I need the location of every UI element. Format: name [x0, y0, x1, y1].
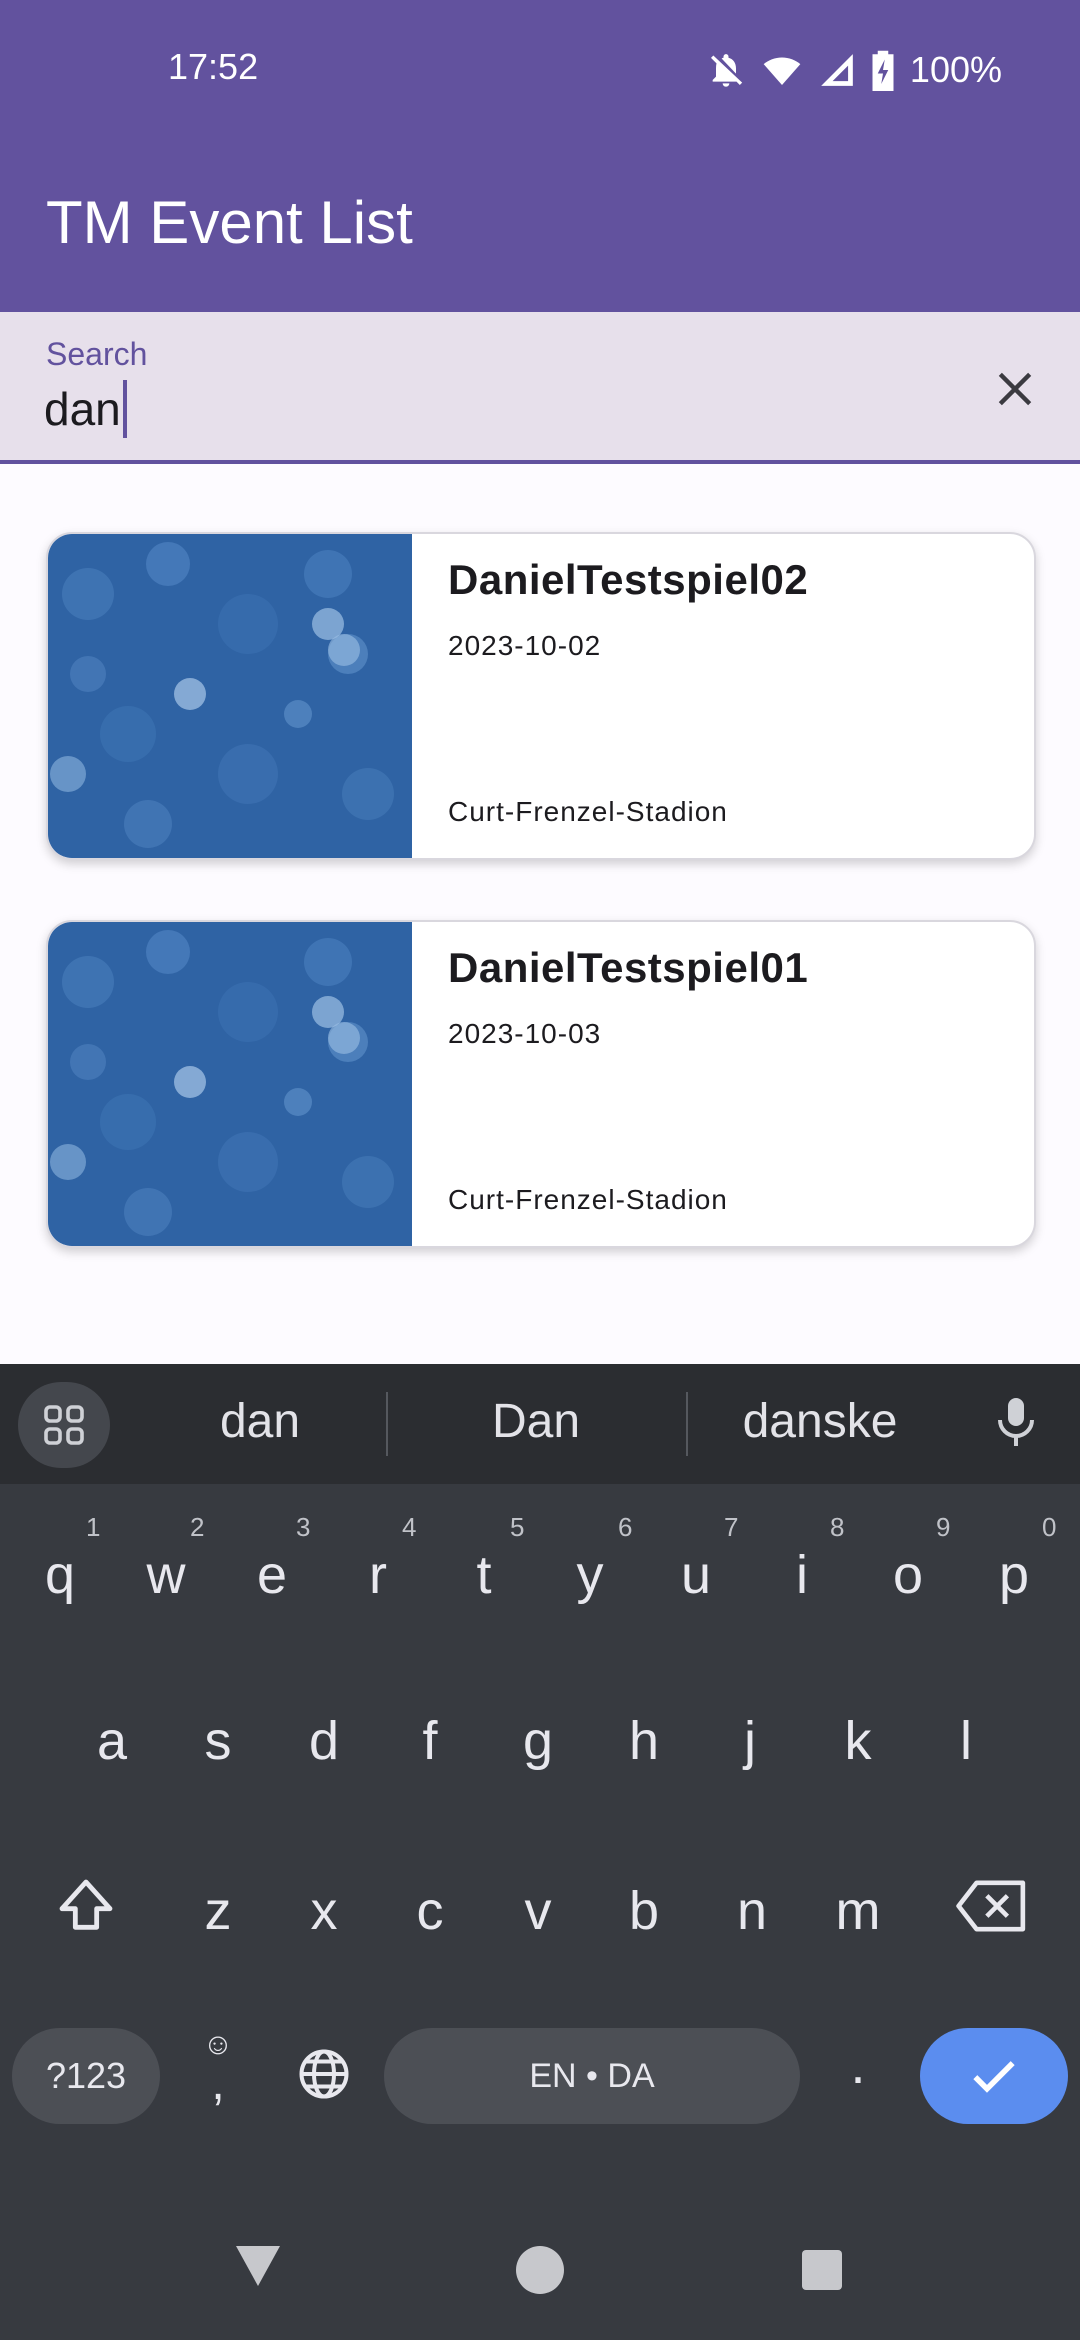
key-m[interactable]: m	[818, 1880, 898, 1942]
key-v[interactable]: v	[498, 1880, 578, 1942]
search-field[interactable]: Search dan	[0, 312, 1080, 464]
recents-icon[interactable]	[800, 2248, 844, 2292]
space-bar[interactable]: EN • DA	[384, 2028, 800, 2124]
key-hint: 0	[1042, 1512, 1057, 1542]
key-p[interactable]: p	[974, 1544, 1054, 1606]
suggestion-bar: dan Dan danske	[0, 1364, 1080, 1484]
wifi-icon	[763, 57, 801, 85]
signal-icon	[821, 54, 853, 86]
key-t[interactable]: t	[444, 1544, 524, 1606]
symbols-key[interactable]: ?123	[12, 2028, 160, 2124]
grid-icon	[44, 1405, 84, 1445]
key-u[interactable]: u	[656, 1544, 736, 1606]
event-title: DanielTestspiel01	[448, 944, 809, 991]
key-hint: 1	[86, 1512, 101, 1542]
bell-off-icon	[710, 54, 743, 87]
event-venue: Curt-Frenzel-Stadion	[448, 796, 728, 827]
event-thumbnail	[48, 922, 412, 1246]
backspace-key[interactable]	[952, 1876, 1032, 1949]
event-title: DanielTestspiel02	[448, 556, 809, 603]
key-b[interactable]: b	[604, 1880, 684, 1942]
suggestion-item[interactable]: danske	[720, 1394, 920, 1449]
key-y[interactable]: y	[550, 1544, 630, 1606]
key-k[interactable]: k	[818, 1710, 898, 1772]
event-venue: Curt-Frenzel-Stadion	[448, 1184, 728, 1215]
status-time: 17:52	[168, 46, 259, 87]
search-input[interactable]: dan	[44, 374, 127, 444]
close-icon	[998, 372, 1032, 406]
event-thumbnail	[48, 534, 412, 858]
emoji-icon: ☺	[202, 2028, 234, 2061]
key-l[interactable]: l	[926, 1710, 1006, 1772]
key-i[interactable]: i	[762, 1544, 842, 1606]
shift-key[interactable]	[46, 1874, 126, 1951]
suggestion-item[interactable]: dan	[160, 1394, 360, 1449]
key-h[interactable]: h	[604, 1710, 684, 1772]
event-list: DanielTestspiel02 2023-10-02 Curt-Frenze…	[46, 532, 1036, 1308]
text-cursor	[122, 380, 127, 438]
key-hint: 8	[830, 1512, 845, 1542]
key-d[interactable]: d	[284, 1710, 364, 1772]
key-hint: 2	[190, 1512, 205, 1542]
language-key[interactable]	[284, 2044, 364, 2117]
key-g[interactable]: g	[498, 1710, 578, 1772]
voice-input-button[interactable]	[992, 1394, 1040, 1455]
backspace-icon	[956, 1880, 1026, 1932]
key-hint: 5	[510, 1512, 525, 1542]
keyboard-apps-button[interactable]	[18, 1382, 110, 1468]
key-a[interactable]: a	[72, 1710, 152, 1772]
comma-label: ,	[211, 2057, 225, 2110]
suggestion-item[interactable]: Dan	[436, 1394, 636, 1449]
key-c[interactable]: c	[390, 1880, 470, 1942]
key-w[interactable]: w	[126, 1544, 206, 1606]
enter-key[interactable]	[920, 2028, 1068, 2124]
key-hint: 6	[618, 1512, 633, 1542]
key-e[interactable]: e	[232, 1544, 312, 1606]
suggestion-divider	[386, 1392, 388, 1456]
clear-search-button[interactable]	[980, 354, 1050, 424]
key-z[interactable]: z	[178, 1880, 258, 1942]
checkmark-icon	[973, 2061, 1015, 2093]
shift-icon	[59, 1879, 113, 1930]
comma-key[interactable]: ☺ ,	[178, 2030, 258, 2120]
status-bar: 17:52 100%	[0, 0, 1080, 140]
navigation-bar	[0, 2200, 1080, 2340]
period-key[interactable]: .	[818, 2034, 898, 2096]
status-icons: 100%	[706, 46, 1002, 94]
key-hint: 4	[402, 1512, 417, 1542]
key-r[interactable]: r	[338, 1544, 418, 1606]
home-icon[interactable]	[514, 2244, 566, 2296]
event-date: 2023-10-02	[448, 630, 602, 661]
key-hint: 3	[296, 1512, 311, 1542]
event-card[interactable]: DanielTestspiel02 2023-10-02 Curt-Frenze…	[46, 532, 1036, 860]
key-hint: 7	[724, 1512, 739, 1542]
soft-keyboard: dan Dan danske q w e r t y u i o p 1 2 3…	[0, 1364, 1080, 2340]
event-card[interactable]: DanielTestspiel01 2023-10-03 Curt-Frenze…	[46, 920, 1036, 1248]
battery-charging-icon	[872, 50, 894, 91]
microphone-icon	[998, 1398, 1034, 1446]
battery-level: 100%	[909, 49, 1002, 90]
globe-icon	[299, 2049, 349, 2099]
key-s[interactable]: s	[178, 1710, 258, 1772]
search-input-value: dan	[44, 383, 121, 435]
app-bar: TM Event List	[0, 140, 1080, 312]
key-x[interactable]: x	[284, 1880, 364, 1942]
event-date: 2023-10-03	[448, 1018, 602, 1049]
key-j[interactable]: j	[710, 1710, 790, 1772]
key-hint: 9	[936, 1512, 951, 1542]
key-o[interactable]: o	[868, 1544, 948, 1606]
page-title: TM Event List	[46, 189, 413, 256]
suggestion-divider	[686, 1392, 688, 1456]
key-n[interactable]: n	[712, 1880, 792, 1942]
back-icon[interactable]	[232, 2242, 284, 2290]
search-label: Search	[46, 336, 148, 372]
key-f[interactable]: f	[390, 1710, 470, 1772]
key-q[interactable]: q	[20, 1544, 100, 1606]
